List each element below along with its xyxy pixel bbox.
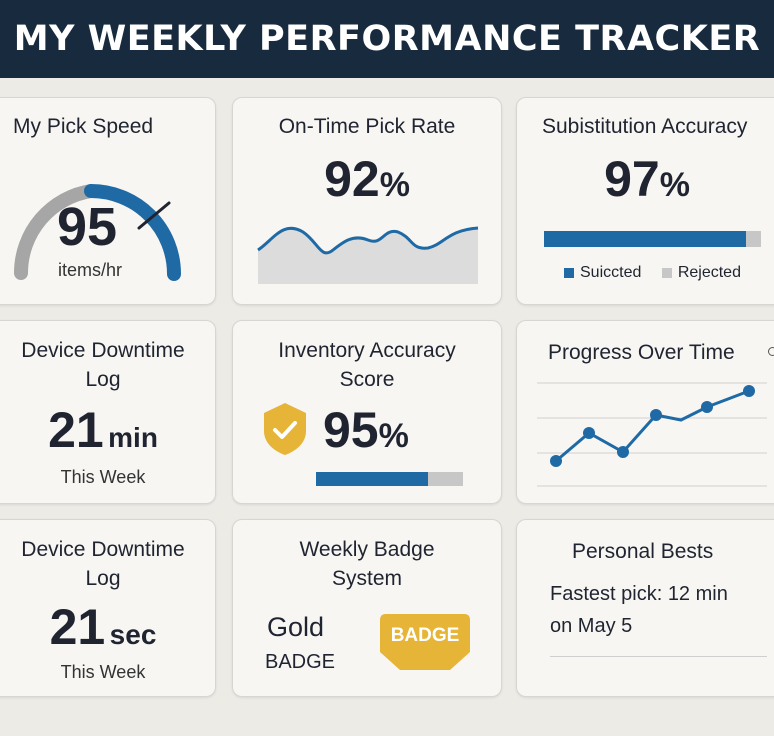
badge-level: Gold xyxy=(267,612,325,642)
shield-check-icon xyxy=(264,403,306,455)
downtime-sec-value-wrap: 21 sec xyxy=(0,598,215,656)
downtime-min-value: 21 xyxy=(48,402,104,458)
pick-speed-value: 95 xyxy=(57,197,118,257)
substitution-value: 97 xyxy=(604,151,660,207)
page-title: MY WEEKLY PERFORMANCE TRACKER xyxy=(13,19,761,59)
on-time-value: 92 xyxy=(324,151,380,207)
downtime-sec-caption: This Week xyxy=(60,662,146,682)
inventory-value-wrap: 95% xyxy=(323,401,409,459)
downtime-min-title-2: Log xyxy=(85,368,121,391)
downtime-sec-card[interactable]: Device Downtime Log 21 sec This Week xyxy=(0,519,216,697)
substitution-bar-fill xyxy=(544,231,746,247)
downtime-sec-title-1: Device Downtime xyxy=(21,538,185,561)
badge-card[interactable]: Weekly Badge System Gold BADGE BADGE xyxy=(232,519,502,697)
legend-label-rejected: Rejected xyxy=(677,264,741,281)
downtime-sec-title-2: Log xyxy=(85,567,121,590)
page-header: MY WEEKLY PERFORMANCE TRACKER xyxy=(0,0,774,78)
badge-label: BADGE xyxy=(390,625,460,646)
on-time-card[interactable]: On-Time Pick Rate 92% xyxy=(232,97,502,305)
downtime-sec-unit: sec xyxy=(109,619,157,650)
substitution-title: Subistitution Accuracy xyxy=(542,115,748,138)
progress-point xyxy=(650,409,662,421)
downtime-min-caption: This Week xyxy=(60,467,146,487)
downtime-min-unit: min xyxy=(108,422,158,453)
downtime-sec-value: 21 xyxy=(49,599,106,655)
progress-card[interactable]: Progress Over Time xyxy=(516,320,774,504)
downtime-min-value-wrap: 21 min xyxy=(0,401,215,459)
bests-card[interactable]: Personal Bests Fastest pick: 12 min on M… xyxy=(516,519,774,697)
progress-line-chart xyxy=(537,382,767,487)
progress-point xyxy=(550,455,562,467)
progress-point xyxy=(701,401,713,413)
on-time-sparkline xyxy=(257,226,479,284)
inventory-bar-fill xyxy=(316,472,428,486)
inventory-title-1: Inventory Accuracy xyxy=(278,339,456,362)
legend-swatch-succeeded xyxy=(564,267,574,278)
substitution-legend: Suiccted Rejected xyxy=(564,264,741,282)
bests-title: Personal Bests xyxy=(572,540,714,563)
substitution-unit: % xyxy=(659,166,690,204)
inventory-unit: % xyxy=(378,417,409,455)
downtime-min-title-1: Device Downtime xyxy=(21,339,185,362)
on-time-value-wrap: 92% xyxy=(233,150,501,208)
inventory-value: 95 xyxy=(323,402,379,458)
inventory-card[interactable]: Inventory Accuracy Score 95% xyxy=(232,320,502,504)
progress-point xyxy=(583,427,595,439)
inventory-title-2: Score xyxy=(339,368,395,391)
legend-label-succeeded: Suiccted xyxy=(580,264,642,281)
bests-line-1: Fastest pick: 12 min xyxy=(550,583,728,605)
badge-level-caption: BADGE xyxy=(265,651,336,673)
on-time-title: On-Time Pick Rate xyxy=(278,115,456,138)
progress-title: Progress Over Time xyxy=(548,341,735,364)
legend-swatch-rejected xyxy=(661,267,672,278)
substitution-card[interactable]: Subistitution Accuracy 97% Suiccted Reje… xyxy=(516,97,774,305)
substitution-bar xyxy=(544,231,761,247)
progress-point xyxy=(743,385,755,397)
on-time-unit: % xyxy=(379,166,410,204)
bests-divider xyxy=(550,656,767,657)
pick-speed-card[interactable]: My Pick Speed 95 items/hr xyxy=(0,97,216,305)
downtime-min-card[interactable]: Device Downtime Log 21 min This Week xyxy=(0,320,216,504)
badge-title-1: Weekly Badge xyxy=(299,538,435,561)
bests-line-2: on May 5 xyxy=(550,615,633,637)
progress-title-dot xyxy=(768,347,774,356)
progress-series-line xyxy=(555,389,750,463)
pick-speed-title: My Pick Speed xyxy=(13,115,154,138)
progress-point xyxy=(617,446,629,458)
badge-title-2: System xyxy=(331,567,402,590)
pick-speed-unit: items/hr xyxy=(58,260,123,280)
inventory-bar xyxy=(316,472,463,486)
substitution-value-wrap: 97% xyxy=(517,150,774,208)
